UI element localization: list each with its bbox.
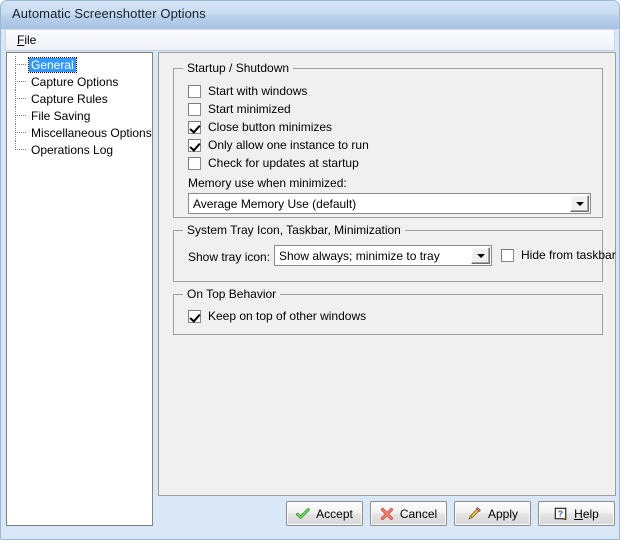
window-title: Automatic Screenshotter Options <box>12 6 206 21</box>
sidebar-item-operations-log[interactable]: Operations Log <box>7 141 152 158</box>
tree-connector <box>15 115 26 117</box>
memory-use-value: Average Memory Use (default) <box>193 196 357 211</box>
sidebar-item-label: File Saving <box>31 108 91 123</box>
group-on-top-behavior: On Top Behavior Keep on top of other win… <box>173 287 603 335</box>
sidebar-item-label: General <box>28 56 77 73</box>
checkbox-box[interactable] <box>188 138 201 152</box>
cancel-button[interactable]: Cancel <box>370 501 447 526</box>
memory-use-label: Memory use when minimized: <box>188 176 347 190</box>
apply-button-label: Apply <box>487 506 519 521</box>
help-button[interactable]: ? Help <box>538 501 615 526</box>
tree-connector <box>15 64 26 66</box>
checkbox-keep-on-top[interactable]: Keep on top of other windows <box>188 309 366 323</box>
group-system-tray: System Tray Icon, Taskbar, Minimization … <box>173 223 616 282</box>
group-startup-shutdown: Startup / Shutdown Start with windows St… <box>173 61 603 218</box>
settings-panel: Startup / Shutdown Start with windows St… <box>158 52 616 496</box>
apply-button[interactable]: Apply <box>454 501 531 526</box>
sidebar-item-label: Miscellaneous Options <box>31 125 152 140</box>
checkbox-label: Close button minimizes <box>208 120 333 134</box>
svg-text:?: ? <box>558 508 563 518</box>
checkbox-close-button-minimizes[interactable]: Close button minimizes <box>188 120 332 134</box>
checkbox-label: Start with windows <box>208 84 308 98</box>
sidebar-item-label: Capture Rules <box>31 91 108 106</box>
checkbox-hide-from-taskbar[interactable]: Hide from taskbar <box>501 248 616 262</box>
tree-connector <box>15 132 26 134</box>
options-window: Automatic Screenshotter Options File Gen… <box>0 0 620 540</box>
checkbox-box[interactable] <box>188 120 201 134</box>
red-x-icon <box>380 507 393 520</box>
memory-use-dropdown[interactable]: Average Memory Use (default) <box>188 193 591 214</box>
show-tray-icon-label: Show tray icon: <box>188 250 271 264</box>
help-button-label: Help <box>574 507 599 521</box>
help-button-accel: H <box>574 506 583 521</box>
sidebar-item-miscellaneous-options[interactable]: Miscellaneous Options <box>7 124 152 141</box>
chevron-down-icon[interactable] <box>471 247 490 264</box>
sidebar-item-label: Operations Log <box>31 142 114 157</box>
group-tray-title: System Tray Icon, Taskbar, Minimization <box>183 223 405 237</box>
accept-button-label: Accept <box>316 506 353 521</box>
sidebar-item-capture-rules[interactable]: Capture Rules <box>7 90 152 107</box>
checkbox-box[interactable] <box>188 84 201 98</box>
pencil-icon <box>468 507 481 520</box>
cancel-button-label: Cancel <box>399 506 438 521</box>
sidebar-item-general[interactable]: General <box>7 56 152 73</box>
checkbox-start-with-windows[interactable]: Start with windows <box>188 84 307 98</box>
tree-connector <box>15 98 26 100</box>
chevron-down-icon[interactable] <box>570 195 589 212</box>
menu-file-label: ile <box>24 33 37 47</box>
tree-connector <box>15 81 26 83</box>
checkbox-box[interactable] <box>188 156 201 170</box>
sidebar-item-capture-options[interactable]: Capture Options <box>7 73 152 90</box>
tree-connector <box>15 149 26 151</box>
tray-icon-dropdown[interactable]: Show always; minimize to tray <box>274 245 492 266</box>
accept-button[interactable]: Accept <box>286 501 363 526</box>
sidebar-item-label: Capture Options <box>31 74 119 89</box>
menu-file[interactable]: File <box>12 32 41 48</box>
checkbox-only-allow-one-instance[interactable]: Only allow one instance to run <box>188 138 369 152</box>
group-startup-title: Startup / Shutdown <box>183 61 294 75</box>
menu-bar: File <box>5 29 615 51</box>
checkbox-check-for-updates[interactable]: Check for updates at startup <box>188 156 359 170</box>
checkbox-box[interactable] <box>188 309 201 323</box>
checkbox-label: Keep on top of other windows <box>208 309 367 323</box>
tray-icon-value: Show always; minimize to tray <box>279 248 440 263</box>
checkbox-label: Hide from taskbar <box>521 248 616 262</box>
checkbox-label: Check for updates at startup <box>208 156 359 170</box>
group-ontop-title: On Top Behavior <box>183 287 281 301</box>
checkbox-start-minimized[interactable]: Start minimized <box>188 102 291 116</box>
checkbox-label: Start minimized <box>208 102 291 116</box>
checkbox-box[interactable] <box>188 102 201 116</box>
title-bar: Automatic Screenshotter Options <box>1 1 619 29</box>
help-question-icon: ? <box>554 507 567 520</box>
help-button-rest: elp <box>582 506 599 521</box>
dialog-button-bar: Accept Cancel Apply ? Help <box>158 501 616 528</box>
checkbox-label: Only allow one instance to run <box>208 138 369 152</box>
navigation-tree[interactable]: General Capture Options Capture Rules Fi… <box>6 52 153 526</box>
checkbox-box[interactable] <box>501 248 514 262</box>
sidebar-item-file-saving[interactable]: File Saving <box>7 107 152 124</box>
green-check-icon <box>296 507 311 519</box>
